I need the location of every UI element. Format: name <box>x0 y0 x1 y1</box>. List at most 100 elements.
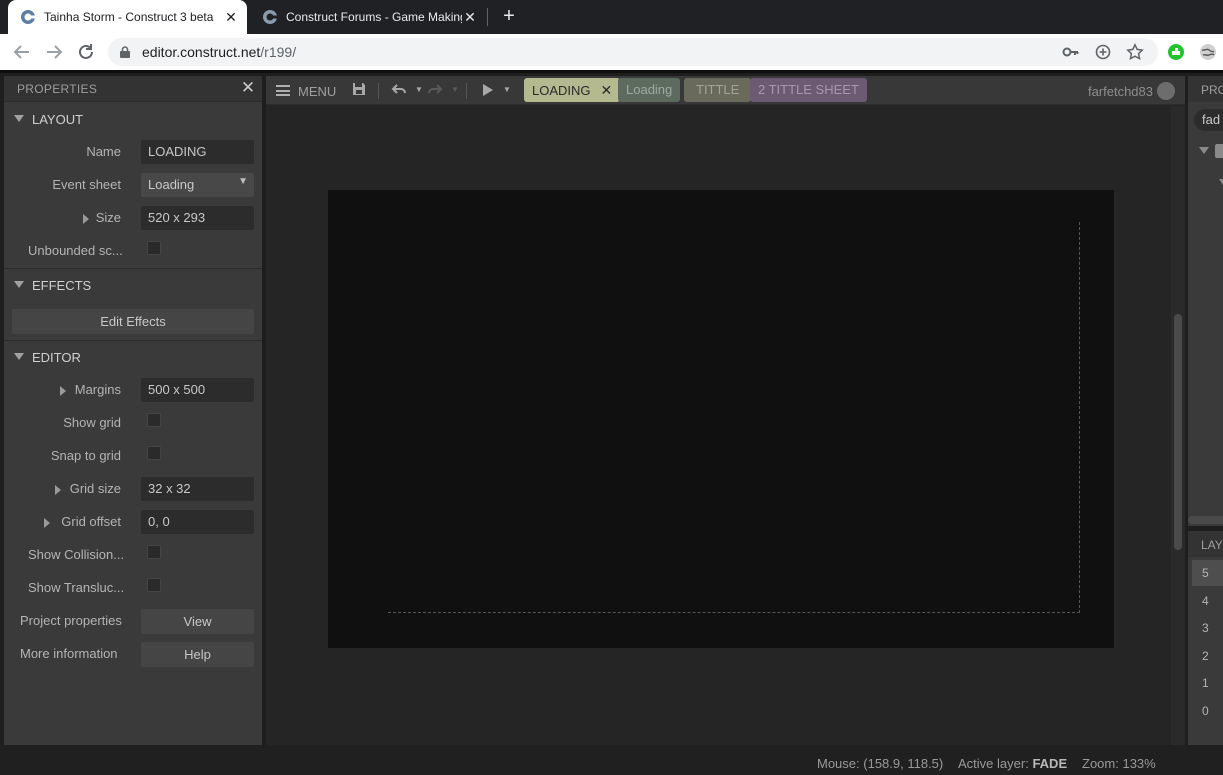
layer-item[interactable]: 3 <box>1192 615 1223 641</box>
toolbar-divider <box>378 83 379 99</box>
prop-label: Margins <box>74 382 121 397</box>
play-icon[interactable] <box>478 81 496 99</box>
close-tab-icon[interactable]: ✕ <box>462 9 478 26</box>
show-grid-checkbox[interactable] <box>147 413 161 427</box>
browser-tab-forums[interactable]: Construct Forums - Game Making ✕ <box>250 0 486 34</box>
layer-item[interactable]: 4 <box>1192 588 1223 614</box>
show-translucent-checkbox[interactable] <box>147 578 161 592</box>
prop-row-grid-offset: Grid offset 0, 0 <box>4 507 262 535</box>
event-sheet-select[interactable]: Loading ▼ <box>141 173 254 197</box>
layout-area[interactable] <box>328 190 1114 648</box>
edit-effects-button[interactable]: Edit Effects <box>12 309 254 334</box>
active-layer: Active layer: FADE <box>958 756 1067 771</box>
reload-icon[interactable] <box>74 40 98 64</box>
address-bar[interactable]: editor.construct.net/r199/ <box>108 38 1158 66</box>
prop-row-show-grid: Show grid <box>4 408 262 436</box>
tab-loading-layout[interactable]: LOADING ✕ <box>524 78 621 102</box>
forward-arrow-icon[interactable] <box>42 40 66 64</box>
save-icon[interactable] <box>350 81 368 99</box>
prop-row-grid-size: Grid size 32 x 32 <box>4 474 262 502</box>
horizontal-scrollbar[interactable] <box>1188 516 1223 524</box>
grid-size-input[interactable]: 32 x 32 <box>141 477 254 501</box>
section-effects[interactable]: EFFECTS <box>4 273 262 299</box>
status-value: (158.9, 118.5) <box>863 756 944 771</box>
redo-dropdown-icon[interactable]: ▼ <box>446 81 464 99</box>
browser-tab-construct[interactable]: Tainha Storm - Construct 3 beta ✕ <box>8 0 247 34</box>
layer-item[interactable]: 5 <box>1192 560 1223 586</box>
view-button[interactable]: View <box>141 609 254 634</box>
prop-label: Project properties <box>20 613 122 628</box>
divider <box>4 340 262 341</box>
close-tab-icon[interactable]: ✕ <box>223 9 239 26</box>
construct-editor: PROPERTIES ✕ LAYOUT Name LOADING Event s… <box>0 73 1223 771</box>
prop-label: Grid size <box>69 481 121 496</box>
expand-triangle-icon[interactable] <box>60 386 66 396</box>
zoom-level: Zoom: 133% <box>1082 756 1156 771</box>
prop-label: Size <box>95 210 121 225</box>
section-label: LAYOUT <box>32 112 84 127</box>
prop-row-unbounded: Unbounded sc... <box>4 236 262 264</box>
expand-triangle-icon[interactable] <box>55 485 61 495</box>
construct-logo-icon <box>21 10 35 24</box>
close-icon[interactable]: ✕ <box>240 78 256 98</box>
scrollbar-thumb[interactable] <box>1174 314 1182 550</box>
tab-label: TITTLE <box>696 82 740 97</box>
prop-row-size: Size 520 x 293 <box>4 203 262 231</box>
tab-tittle-event-sheet[interactable]: 2 TITTLE SHEET <box>750 78 867 102</box>
layer-item[interactable]: 1 <box>1192 670 1223 696</box>
key-icon[interactable] <box>1062 43 1080 61</box>
grid-offset-input[interactable]: 0, 0 <box>141 510 254 534</box>
prop-row-event-sheet: Event sheet Loading ▼ <box>4 170 262 198</box>
section-layout[interactable]: LAYOUT <box>4 107 262 133</box>
avatar[interactable] <box>1157 82 1175 100</box>
margins-input[interactable]: 500 x 500 <box>141 378 254 402</box>
new-tab-button[interactable]: + <box>499 5 519 29</box>
unbounded-checkbox[interactable] <box>147 241 161 255</box>
back-arrow-icon[interactable] <box>10 40 34 64</box>
prop-row-project-properties: Project properties View <box>4 606 262 634</box>
undo-icon[interactable] <box>390 81 408 99</box>
status-bar: Mouse: (158.9, 118.5) Active layer: FADE… <box>266 751 1171 775</box>
layers-panel: LAY 5 4 3 2 1 0 <box>1188 531 1223 745</box>
tab-tittle-layout[interactable]: TITTLE <box>684 78 752 102</box>
url-text: editor.construct.net/r199/ <box>142 44 296 60</box>
expand-triangle-icon[interactable] <box>83 214 89 224</box>
status-label: Mouse: <box>817 756 860 771</box>
project-title: PRO <box>1201 83 1223 97</box>
section-editor[interactable]: EDITOR <box>4 345 262 371</box>
layer-item[interactable]: 2 <box>1192 643 1223 669</box>
username[interactable]: farfetchd83 <box>1088 84 1153 99</box>
tab-loading-event-sheet[interactable]: Loading <box>618 78 681 102</box>
lock-icon <box>120 46 130 58</box>
expand-triangle-icon[interactable] <box>44 518 50 528</box>
status-value: FADE <box>1032 756 1068 771</box>
name-input[interactable]: LOADING <box>141 140 254 164</box>
project-search-input[interactable]: fad <box>1194 109 1223 131</box>
browser-tab-title: Construct Forums - Game Making <box>286 10 462 24</box>
help-button[interactable]: Help <box>141 642 254 667</box>
zoom-icon[interactable] <box>1094 43 1112 61</box>
status-label: Zoom: <box>1082 756 1119 771</box>
extension-globe-icon[interactable] <box>1199 43 1217 61</box>
prop-row-name: Name LOADING <box>4 137 262 165</box>
properties-header: PROPERTIES ✕ <box>4 76 262 102</box>
layer-item[interactable]: 0 <box>1192 698 1223 724</box>
collapse-triangle-icon[interactable] <box>1199 147 1209 154</box>
prop-label: Name <box>86 144 121 159</box>
size-input[interactable]: 520 x 293 <box>141 206 254 230</box>
menu-icon[interactable] <box>276 85 290 96</box>
prop-row-more-information: More information Help <box>4 639 262 667</box>
redo-icon[interactable] <box>426 81 444 99</box>
play-dropdown-icon[interactable]: ▼ <box>498 81 516 99</box>
layout-canvas[interactable]: Mouse: (158.9, 118.5) Active layer: FADE… <box>266 106 1171 771</box>
show-collision-checkbox[interactable] <box>147 545 161 559</box>
vertical-scrollbar[interactable] <box>1171 106 1185 745</box>
menu-button[interactable]: MENU <box>298 84 336 99</box>
close-tab-icon[interactable]: ✕ <box>601 82 613 98</box>
snap-to-grid-checkbox[interactable] <box>147 446 161 460</box>
extension-green-icon[interactable] <box>1167 43 1185 61</box>
browser-toolbar: editor.construct.net/r199/ <box>0 34 1223 70</box>
select-value: Loading <box>148 177 195 192</box>
collapse-triangle-icon[interactable] <box>1219 179 1223 185</box>
bookmark-star-icon[interactable] <box>1126 43 1144 61</box>
